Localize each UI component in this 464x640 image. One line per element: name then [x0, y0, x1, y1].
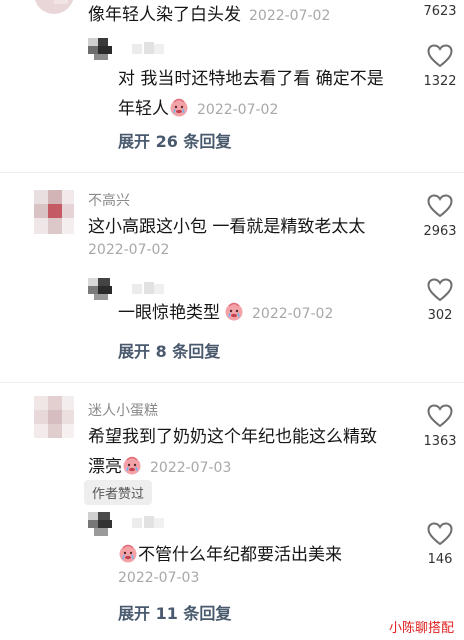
avatar[interactable] [34, 396, 74, 438]
reply-content: 不管什么年纪都要活出美来 [138, 545, 342, 565]
reply-text: 不管什么年纪都要活出美来 [118, 540, 342, 570]
like-count: 1322 [423, 74, 457, 89]
comment-date: 2022-07-02 [88, 242, 170, 258]
reply-date: 2022-07-03 [118, 570, 200, 586]
reply-avatar[interactable] [88, 38, 118, 60]
heart-icon [427, 278, 453, 302]
like-count: 7623 [423, 4, 457, 19]
comment-date: 2022-07-03 [150, 460, 232, 476]
reply-username-blurred [132, 516, 164, 530]
comment-username[interactable]: 迷人小蛋糕 [88, 400, 158, 420]
crying-face-icon [119, 544, 137, 563]
comment-content: 像年轻人染了白头发 [88, 5, 241, 25]
reply-text: 一眼惊艳类型 2022-07-02 [118, 298, 333, 329]
comment-content-line2: 漂亮 [88, 457, 122, 477]
divider [0, 382, 464, 383]
like-button[interactable]: 1363 [418, 404, 462, 449]
crying-face-icon [170, 98, 188, 117]
comment-username[interactable]: 不高兴 [88, 190, 130, 210]
like-button[interactable]: 7623 [418, 0, 462, 19]
expand-replies-link[interactable]: 展开 11 条回复 [118, 600, 231, 624]
like-count: 302 [427, 308, 453, 323]
expand-replies-link[interactable]: 展开 26 条回复 [118, 128, 231, 152]
like-button[interactable]: 302 [418, 278, 462, 323]
crying-face-icon [225, 302, 243, 321]
like-count: 1363 [423, 434, 457, 449]
heart-icon [427, 522, 453, 546]
like-count: 2963 [423, 224, 457, 239]
reply-text: 对 我当时还特地去看了看 确定不是 年轻人 2022-07-02 [118, 64, 384, 125]
reply-username-blurred [132, 282, 164, 296]
reply-avatar[interactable] [88, 512, 118, 536]
reply-content-line1: 对 我当时还特地去看了看 确定不是 [118, 69, 384, 89]
crying-face-icon [123, 456, 141, 475]
comment-content: 这小高跟这小包 一看就是精致老太太 [88, 217, 366, 237]
reply-date: 2022-07-02 [197, 102, 279, 118]
like-button[interactable]: 146 [418, 522, 462, 567]
like-button[interactable]: 2963 [418, 194, 462, 239]
avatar[interactable] [34, 190, 74, 234]
reply-date: 2022-07-02 [252, 306, 334, 322]
reply-avatar[interactable] [88, 278, 118, 300]
watermark: 小陈聊搭配 [388, 621, 454, 636]
like-count: 146 [427, 552, 453, 567]
comment-text: 希望我到了奶奶这个年纪也能这么精致 漂亮 2022-07-03 [88, 422, 377, 483]
comment-text: 这小高跟这小包 一看就是精致老太太 [88, 212, 365, 242]
expand-replies-link[interactable]: 展开 8 条回复 [118, 338, 220, 362]
reply-content: 一眼惊艳类型 [118, 303, 220, 323]
divider [0, 172, 464, 173]
reply-username-blurred [132, 42, 164, 56]
author-liked-badge: 作者赞过 [84, 480, 153, 505]
heart-icon [427, 404, 453, 428]
like-button[interactable]: 1322 [418, 44, 462, 89]
comment-text: 像年轻人染了白头发 2022-07-02 [88, 0, 330, 31]
heart-icon [427, 44, 453, 68]
reply-content-line2: 年轻人 [118, 99, 169, 119]
heart-icon [427, 194, 453, 218]
comment-content-line1: 希望我到了奶奶这个年纪也能这么精致 [88, 427, 377, 447]
comment-date: 2022-07-02 [249, 8, 331, 24]
avatar[interactable] [34, 0, 74, 14]
